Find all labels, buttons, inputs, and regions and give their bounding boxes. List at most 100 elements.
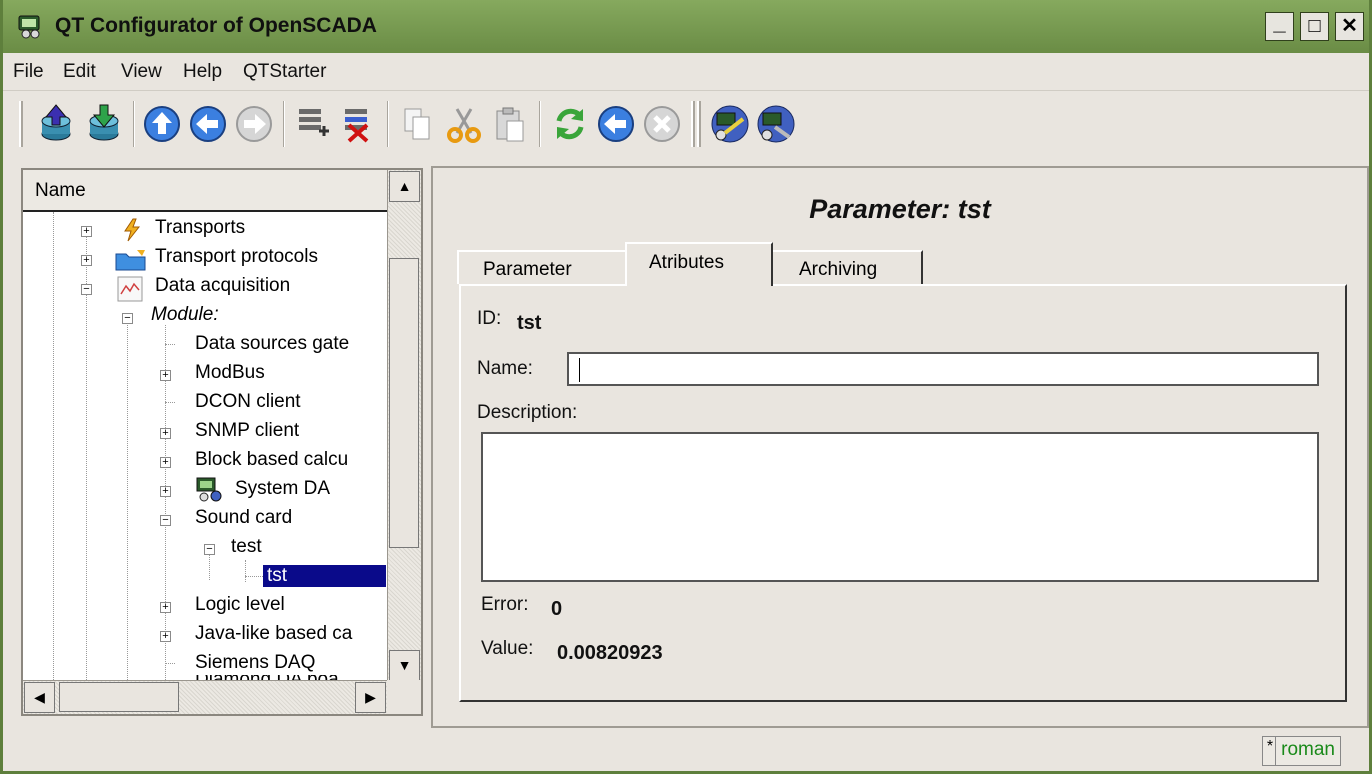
tab-label: Archiving [799,259,878,280]
tree-expander[interactable]: − [160,515,171,526]
tree-guide-line [165,402,175,403]
scroll-down-button[interactable]: ▼ [389,650,420,681]
tree-expander[interactable]: + [81,226,92,237]
delete-item-icon[interactable] [339,103,381,145]
name-input[interactable] [567,352,1319,386]
tree-expander[interactable]: − [122,313,133,324]
tree-item-data-sources-gate[interactable]: Data sources gate [195,333,349,355]
tree-item-transports[interactable]: Transports [155,217,245,239]
toolbar-separator [539,101,541,147]
up-icon[interactable] [141,103,183,145]
toolbar-grip[interactable] [691,101,695,147]
tree-item-java-like[interactable]: Java-like based ca [195,623,352,645]
tree-item-snmp-client[interactable]: SNMP client [195,420,299,442]
page-title: Parameter: tst [809,194,991,224]
vertical-scroll-thumb[interactable] [389,258,419,548]
toolbar-separator [387,101,389,147]
chart-icon [117,276,143,302]
status-bar: * roman [3,732,1369,771]
module-ui-icon[interactable] [709,103,751,145]
tree-item-tst-selected[interactable]: tst [263,565,386,587]
scroll-left-button[interactable]: ◀ [24,682,55,713]
tree-header-label: Name [35,180,86,201]
tree-item-modbus[interactable]: ModBus [195,362,265,384]
menu-qtstarter[interactable]: QTStarter [243,61,326,83]
tree-item-data-acquisition[interactable]: Data acquisition [155,275,290,297]
pane-splitter[interactable] [425,168,429,728]
tree-guide-line [53,212,54,682]
tree-guide-line [245,576,263,577]
horizontal-scroll-thumb[interactable] [59,682,179,712]
tree-guide-line [245,560,246,582]
tree-expander[interactable]: + [160,486,171,497]
tree-expander[interactable]: + [160,631,171,642]
tree-expander[interactable]: + [81,255,92,266]
value-label: Value: [481,638,534,659]
tree-item-system-da[interactable]: System DA [235,478,330,500]
add-item-icon[interactable] [293,103,335,145]
error-value: 0 [551,598,563,620]
attributes-tab-panel: ID: tst Name: Description: Error: 0 Valu… [459,284,1347,702]
toolbar-separator [283,101,285,147]
maximize-button[interactable]: □ [1300,12,1329,41]
menu-help[interactable]: Help [183,61,222,83]
toolbar-grip[interactable] [19,101,23,147]
close-button[interactable]: ✕ [1335,12,1364,41]
refresh-icon[interactable] [549,103,591,145]
lightning-icon [124,218,141,242]
tree-item-dcon-client[interactable]: DCON client [195,391,301,413]
tree-expander[interactable]: + [160,370,171,381]
tree-horizontal-scrollbar[interactable]: ◀ ▶ [23,680,387,714]
tree-guide-line [165,663,175,664]
menu-view[interactable]: View [121,61,162,83]
id-value: tst [517,312,542,334]
name-label: Name: [477,358,533,379]
tab-atributes-active[interactable]: Atributes [625,242,773,286]
folder-icon [115,250,146,271]
navigation-tree[interactable]: Name + Transports + Transport protocols … [21,168,423,716]
tree-column-header[interactable]: Name [23,170,387,212]
start-icon[interactable] [595,103,637,145]
tree-guide-line [86,230,87,682]
tree-expander[interactable]: − [81,284,92,295]
status-user-indicator[interactable]: * roman [1261,736,1341,766]
copy-icon[interactable] [397,103,439,145]
openscada-app-icon [18,15,40,39]
module-system-icon[interactable] [755,103,797,145]
scroll-up-button[interactable]: ▲ [389,171,420,202]
tree-item-transport-protocols[interactable]: Transport protocols [155,246,318,268]
tree-vertical-scrollbar[interactable]: ▲ ▼ [387,170,421,682]
menu-edit[interactable]: Edit [63,61,96,83]
description-textarea[interactable] [481,432,1319,582]
menu-file[interactable]: File [13,61,44,83]
db-load-icon[interactable] [35,103,77,145]
toolbar-grip[interactable] [697,101,701,147]
title-bar[interactable]: QT Configurator of OpenSCADA _ □ ✕ [3,0,1369,53]
tree-expander[interactable]: − [204,544,215,555]
tab-archiving[interactable]: Archiving [771,250,923,284]
tree-item-module[interactable]: Module: [151,304,219,326]
db-save-icon[interactable] [83,103,125,145]
scroll-corner [387,680,421,714]
back-icon[interactable] [187,103,229,145]
tab-parameter[interactable]: Parameter [457,250,627,284]
menu-bar: File Edit View Help QTStarter [3,53,1369,90]
tree-guide-line [127,325,128,682]
description-label: Description: [477,402,578,423]
cut-icon[interactable] [443,103,485,145]
tree-item-logic-level[interactable]: Logic level [195,594,285,616]
tree-expander[interactable]: + [160,457,171,468]
stop-icon[interactable] [641,103,683,145]
forward-icon[interactable] [233,103,275,145]
tree-item-block-based-calc[interactable]: Block based calcu [195,449,348,471]
tree-item-siemens-daq[interactable]: Siemens DAQ [195,652,315,674]
error-label: Error: [481,594,529,615]
paste-icon[interactable] [489,103,531,145]
tree-expander[interactable]: + [160,602,171,613]
minimize-button[interactable]: _ [1265,12,1294,41]
scroll-right-button[interactable]: ▶ [355,682,386,713]
text-caret [579,358,580,382]
tree-expander[interactable]: + [160,428,171,439]
tree-item-test[interactable]: test [231,536,262,558]
tree-item-sound-card[interactable]: Sound card [195,507,292,529]
